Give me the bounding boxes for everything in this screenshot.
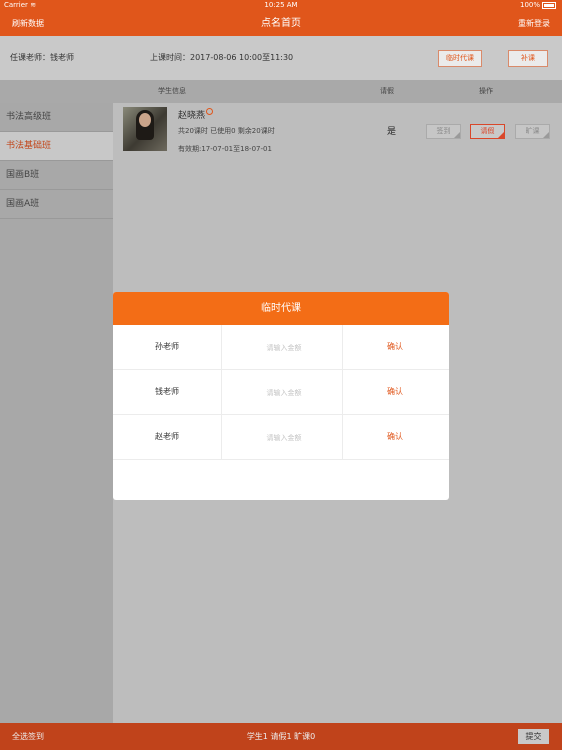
class-info-bar: 任课老师：钱老师 上课时间：2017-08-06 10:00至11:30 临时代… [0, 36, 562, 80]
avatar-face [139, 113, 151, 127]
header-student-info: 学生信息 [158, 87, 186, 95]
substitute-button[interactable]: 临时代课 [438, 50, 482, 67]
bottom-bar: 全选签到 学生1 请假1 旷课0 提交 [0, 723, 562, 750]
leave-label: 请假 [480, 127, 495, 135]
list-item: 钱老师 确认 [113, 370, 449, 416]
sidebar-item-painting-a[interactable]: 国画A班 [0, 190, 113, 219]
sidebar-item-painting-b[interactable]: 国画B班 [0, 161, 113, 190]
submit-button[interactable]: 提交 [518, 729, 549, 744]
confirm-button[interactable]: 确认 [341, 415, 449, 459]
teacher-name: 赵老师 [155, 432, 179, 441]
corner-mark-icon [454, 132, 460, 138]
amount-field-wrapper [221, 325, 346, 371]
class-sidebar: 书法高级班 书法基础班 国画B班 国画A班 [0, 103, 113, 723]
sidebar-item-calligraphy-advanced[interactable]: 书法高级班 [0, 103, 113, 132]
sign-in-label: 签到 [436, 127, 451, 135]
leave-button[interactable]: 请假 [470, 124, 505, 139]
student-hours: 共20课时 已使用0 剩余20课时 [178, 127, 275, 135]
sign-in-button[interactable]: 签到 [426, 124, 461, 139]
substitute-dialog: 临时代课 孙老师 确认 钱老师 确认 赵老师 确认 [113, 292, 449, 500]
amount-field-wrapper [221, 370, 346, 416]
header-leave: 请假 [380, 87, 394, 95]
battery-icon [542, 1, 556, 9]
absent-label: 旷课 [525, 127, 540, 135]
relogin-button[interactable]: 重新登录 [518, 11, 550, 36]
dialog-title: 临时代课 [113, 292, 449, 325]
amount-input[interactable] [222, 370, 346, 416]
amount-input[interactable] [222, 325, 346, 371]
confirm-button[interactable]: 确认 [341, 325, 449, 369]
makeup-button[interactable]: 补课 [508, 50, 548, 67]
list-item: 孙老师 确认 [113, 325, 449, 371]
teacher-label: 任课老师：钱老师 [10, 53, 74, 62]
amount-field-wrapper [221, 415, 346, 461]
student-name: 赵晓燕 [178, 111, 206, 121]
table-row: 赵晓燕 共20课时 已使用0 剩余20课时 有效期:17-07-01至18-07… [113, 103, 562, 159]
class-time-label: 上课时间：2017-08-06 10:00至11:30 [150, 53, 294, 62]
corner-mark-icon [543, 132, 549, 138]
leave-status: 是 [387, 127, 397, 137]
student-avatar [123, 107, 167, 151]
absent-button[interactable]: 旷课 [515, 124, 550, 139]
status-bar: Carrier ≋ 10:25 AM 100% [0, 0, 562, 11]
list-item: 赵老师 确认 [113, 415, 449, 461]
sidebar-item-calligraphy-basic[interactable]: 书法基础班 [0, 132, 113, 161]
teacher-name: 孙老师 [155, 342, 179, 351]
location-pin-icon [206, 108, 214, 115]
table-header: 学生信息 请假 操作 [0, 80, 562, 103]
teacher-name: 钱老师 [155, 387, 179, 396]
attendance-summary: 学生1 请假1 旷课0 [246, 732, 316, 741]
status-time: 10:25 AM [264, 1, 298, 9]
corner-mark-icon [498, 132, 504, 138]
nav-bar: 刷新数据 点名首页 重新登录 [0, 11, 562, 36]
page-title: 点名首页 [261, 18, 301, 29]
amount-input[interactable] [222, 415, 346, 461]
header-operation: 操作 [479, 87, 493, 95]
battery-percent: 100% [519, 1, 540, 9]
student-name-line: 赵晓燕 [178, 108, 214, 121]
confirm-button[interactable]: 确认 [341, 370, 449, 414]
student-validity: 有效期:17-07-01至18-07-01 [178, 145, 272, 153]
battery-indicator: 100% [520, 0, 556, 11]
